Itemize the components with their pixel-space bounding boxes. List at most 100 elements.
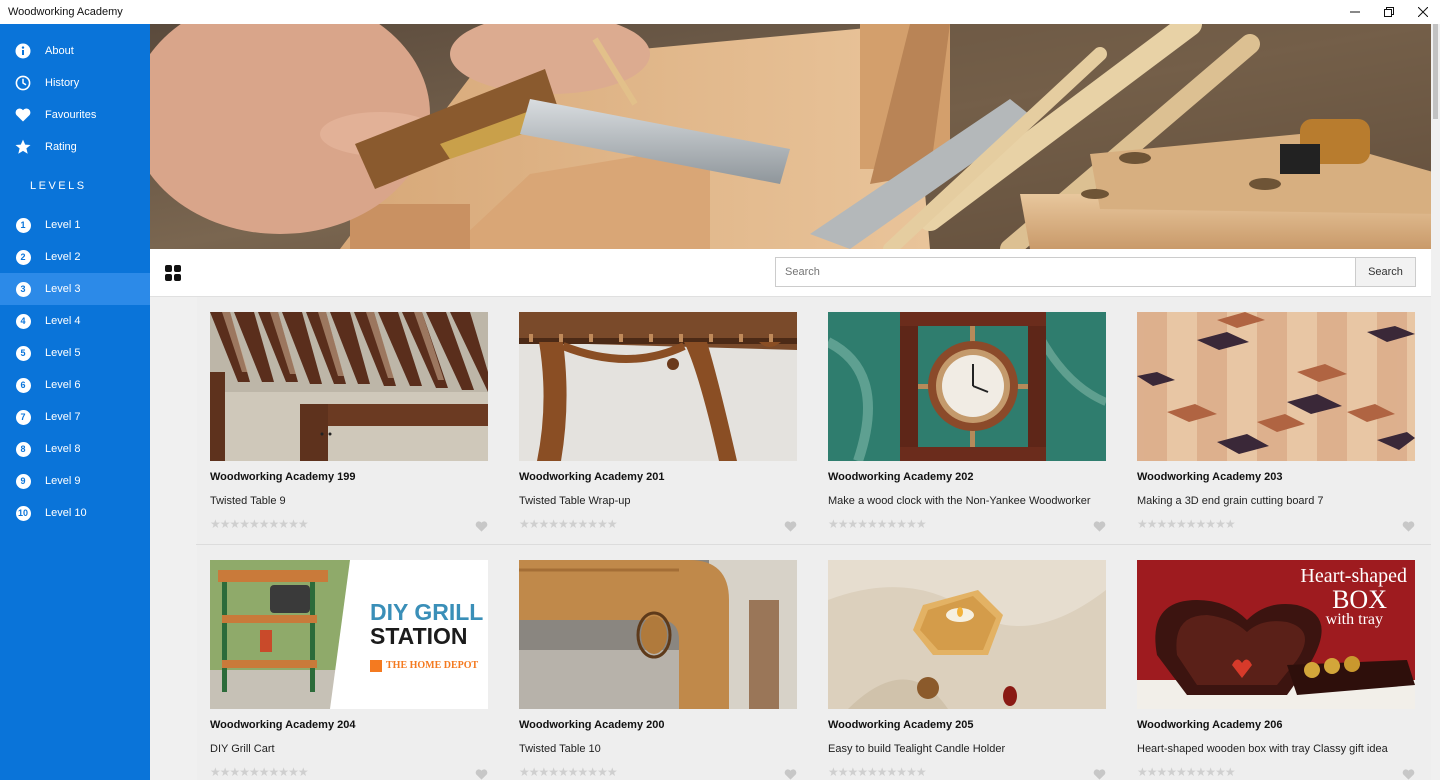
vertical-scrollbar[interactable] bbox=[1431, 24, 1440, 780]
sidebar-item-label: Level 10 bbox=[45, 507, 87, 519]
sidebar-item-label: Rating bbox=[45, 141, 77, 153]
level-number-icon: 7 bbox=[15, 409, 31, 425]
lesson-thumbnail bbox=[828, 560, 1106, 709]
close-button[interactable] bbox=[1406, 0, 1440, 24]
favourite-heart-icon[interactable] bbox=[475, 519, 488, 532]
lesson-thumbnail bbox=[1137, 312, 1415, 461]
home-depot-brand: THE HOME DEPOT bbox=[370, 654, 483, 678]
lesson-title: Woodworking Academy 200 bbox=[519, 719, 665, 731]
restore-button[interactable] bbox=[1372, 0, 1406, 24]
sidebar-item-label: Level 9 bbox=[45, 475, 81, 487]
lesson-card[interactable]: Woodworking Academy 200 Twisted Table 10… bbox=[506, 545, 815, 780]
sidebar-item-rating[interactable]: Rating bbox=[0, 131, 150, 163]
sidebar-item-favourites[interactable]: Favourites bbox=[0, 99, 150, 131]
rating-stars[interactable]: ★★★★★★★★★★ bbox=[210, 517, 309, 531]
level-number-icon: 2 bbox=[15, 249, 31, 265]
rating-stars[interactable]: ★★★★★★★★★★ bbox=[519, 765, 618, 779]
toolbar: Search bbox=[150, 249, 1440, 297]
lesson-title: Woodworking Academy 203 bbox=[1137, 471, 1283, 483]
scrollbar-thumb[interactable] bbox=[1433, 24, 1438, 119]
grill-title-line1: DIY GRILL bbox=[370, 599, 484, 625]
sidebar-item-label: Level 4 bbox=[45, 315, 81, 327]
grill-title-line2: STATION bbox=[370, 623, 468, 649]
lesson-card[interactable]: Heart-shaped BOX with tray Woodworking A… bbox=[1124, 545, 1433, 780]
sidebar-item-label: Level 1 bbox=[45, 219, 81, 231]
rating-stars[interactable]: ★★★★★★★★★★ bbox=[1137, 517, 1236, 531]
lesson-title: Woodworking Academy 199 bbox=[210, 471, 356, 483]
window-title: Woodworking Academy bbox=[8, 6, 123, 18]
sidebar-item-level-8[interactable]: 8 Level 8 bbox=[0, 433, 150, 465]
search-button[interactable]: Search bbox=[1355, 257, 1416, 287]
lesson-thumbnail bbox=[828, 312, 1106, 461]
home-depot-logo-icon bbox=[370, 660, 382, 672]
favourite-heart-icon[interactable] bbox=[784, 767, 797, 780]
lesson-card[interactable]: DIY GRILL STATION THE HOME DEPOT Woodwor… bbox=[197, 545, 506, 780]
sidebar-item-label: Level 2 bbox=[45, 251, 81, 263]
lesson-thumbnail bbox=[210, 312, 488, 461]
lesson-card[interactable]: Woodworking Academy 203 Making a 3D end … bbox=[1124, 297, 1433, 544]
info-icon bbox=[15, 43, 31, 59]
sidebar-item-about[interactable]: About bbox=[0, 35, 150, 67]
minimize-icon bbox=[1350, 11, 1360, 13]
hero-banner-image bbox=[150, 24, 1440, 249]
sidebar-item-level-4[interactable]: 4 Level 4 bbox=[0, 305, 150, 337]
favourite-heart-icon[interactable] bbox=[1093, 767, 1106, 780]
heartbox-banner-text: Heart-shaped BOX with tray bbox=[1300, 565, 1407, 628]
level-number-icon: 1 bbox=[15, 217, 31, 233]
favourite-heart-icon[interactable] bbox=[1402, 519, 1415, 532]
rating-stars[interactable]: ★★★★★★★★★★ bbox=[210, 765, 309, 779]
lesson-subtitle: DIY Grill Cart bbox=[210, 743, 275, 755]
lesson-title: Woodworking Academy 202 bbox=[828, 471, 974, 483]
sidebar-item-level-1[interactable]: 1 Level 1 bbox=[0, 209, 150, 241]
heart-icon bbox=[15, 107, 31, 123]
rating-stars[interactable]: ★★★★★★★★★★ bbox=[828, 765, 927, 779]
rating-stars[interactable]: ★★★★★★★★★★ bbox=[828, 517, 927, 531]
lesson-grid: Woodworking Academy 199 Twisted Table 9 … bbox=[150, 297, 1433, 780]
lesson-title: Woodworking Academy 201 bbox=[519, 471, 665, 483]
grid-view-icon[interactable] bbox=[165, 265, 181, 281]
sidebar-item-level-9[interactable]: 9 Level 9 bbox=[0, 465, 150, 497]
favourite-heart-icon[interactable] bbox=[784, 519, 797, 532]
favourite-heart-icon[interactable] bbox=[475, 767, 488, 780]
level-number-icon: 10 bbox=[15, 505, 31, 521]
lesson-title: Woodworking Academy 204 bbox=[210, 719, 356, 731]
favourite-heart-icon[interactable] bbox=[1093, 519, 1106, 532]
favourite-heart-icon[interactable] bbox=[1402, 767, 1415, 780]
minimize-button[interactable] bbox=[1338, 0, 1372, 24]
sidebar-item-level-2[interactable]: 2 Level 2 bbox=[0, 241, 150, 273]
star-icon bbox=[15, 139, 31, 155]
level-number-icon: 6 bbox=[15, 377, 31, 393]
lesson-thumbnail: DIY GRILL STATION THE HOME DEPOT bbox=[210, 560, 488, 709]
sidebar-item-label: About bbox=[45, 45, 74, 57]
sidebar-item-label: History bbox=[45, 77, 80, 89]
lesson-card[interactable]: Woodworking Academy 199 Twisted Table 9 … bbox=[197, 297, 506, 544]
sidebar-item-history[interactable]: History bbox=[0, 67, 150, 99]
lesson-subtitle: Twisted Table 10 bbox=[519, 743, 601, 755]
rating-stars[interactable]: ★★★★★★★★★★ bbox=[1137, 765, 1236, 779]
search-input[interactable] bbox=[775, 257, 1356, 287]
sidebar-item-label: Favourites bbox=[45, 109, 97, 121]
sidebar-item-level-7[interactable]: 7 Level 7 bbox=[0, 401, 150, 433]
sidebar-item-level-6[interactable]: 6 Level 6 bbox=[0, 369, 150, 401]
sidebar-item-label: Level 8 bbox=[45, 443, 81, 455]
level-number-icon: 9 bbox=[15, 473, 31, 489]
lesson-title: Woodworking Academy 205 bbox=[828, 719, 974, 731]
sidebar-item-level-3[interactable]: 3 Level 3 bbox=[0, 273, 150, 305]
rating-stars[interactable]: ★★★★★★★★★★ bbox=[519, 517, 618, 531]
lesson-card[interactable]: Woodworking Academy 205 Easy to build Te… bbox=[815, 545, 1124, 780]
lesson-thumbnail: Heart-shaped BOX with tray bbox=[1137, 560, 1415, 709]
sidebar-item-level-10[interactable]: 10 Level 10 bbox=[0, 497, 150, 529]
lesson-card[interactable]: Woodworking Academy 202 Make a wood cloc… bbox=[815, 297, 1124, 544]
level-number-icon: 5 bbox=[15, 345, 31, 361]
lesson-card[interactable]: Woodworking Academy 201 Twisted Table Wr… bbox=[506, 297, 815, 544]
title-bar: Woodworking Academy bbox=[0, 0, 1440, 24]
main-content: Search Search Woodworking Academy 199 Tw… bbox=[150, 24, 1440, 780]
lesson-subtitle: Make a wood clock with the Non-Yankee Wo… bbox=[828, 495, 1091, 507]
clock-icon bbox=[15, 75, 31, 91]
level-number-icon: 4 bbox=[15, 313, 31, 329]
lesson-subtitle: Easy to build Tealight Candle Holder bbox=[828, 743, 1006, 755]
levels-heading: LEVELS bbox=[30, 180, 87, 192]
sidebar-item-level-5[interactable]: 5 Level 5 bbox=[0, 337, 150, 369]
level-number-icon: 3 bbox=[15, 281, 31, 297]
lesson-subtitle: Making a 3D end grain cutting board 7 bbox=[1137, 495, 1324, 507]
